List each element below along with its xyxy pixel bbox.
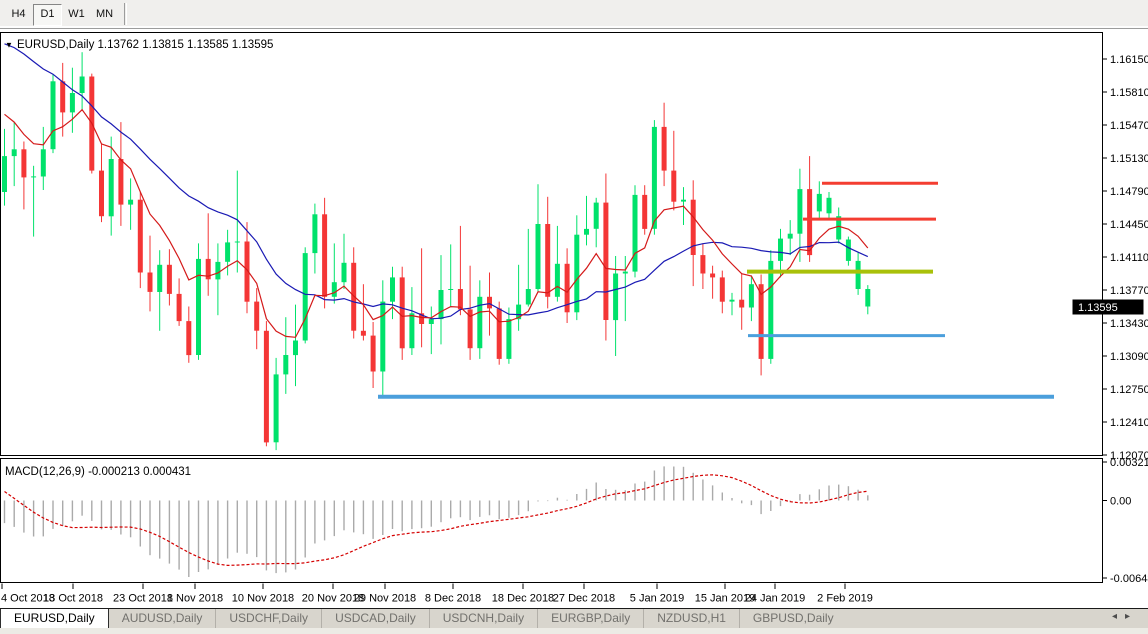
macd-tick-label: 0.003216	[1110, 457, 1148, 469]
chart-header-ohlc: EURUSD,Daily 1.13762 1.13815 1.13585 1.1…	[17, 39, 273, 51]
timeframe-button-h4[interactable]: H4	[5, 4, 32, 24]
candles-layer	[2, 44, 1054, 450]
timeframe-toolbar: H4D1W1MN	[0, 0, 1148, 29]
chart-tab-gbpusd-daily[interactable]: GBPUSD,Daily	[739, 609, 847, 628]
timeframe-button-mn[interactable]: MN	[91, 4, 118, 24]
date-tick-label: 24 Jan 2019	[745, 593, 806, 605]
timeframe-button-w1[interactable]: W1	[63, 4, 90, 24]
date-tick-label: 1 Nov 2018	[167, 593, 223, 605]
timeframe-button-d1[interactable]: D1	[33, 4, 62, 26]
price-tick-label: 1.13770	[1110, 285, 1148, 297]
price-tick-label: 1.12750	[1110, 384, 1148, 396]
macd-indicator-label: MACD(12,26,9) -0.000213 0.000431	[5, 466, 191, 478]
price-tick-label: 1.14790	[1110, 186, 1148, 198]
tab-scroll-right-icon[interactable]: ▸	[1125, 611, 1138, 622]
date-tick-label: 13 Oct 2018	[43, 593, 103, 605]
price-tick-label: 1.13090	[1110, 351, 1148, 363]
chart-tab-audusd-daily[interactable]: AUDUSD,Daily	[109, 609, 216, 628]
macd-signal-line	[5, 475, 868, 566]
chart-tab-eurgbp-daily[interactable]: EURGBP,Daily	[537, 609, 643, 628]
price-tick-label: 1.13430	[1110, 318, 1148, 330]
macd-tick-label: -0.006485	[1110, 573, 1148, 585]
mt4-window: H4D1W1MN 1.161501.158101.154701.151301.1…	[0, 0, 1148, 634]
price-axis[interactable]: 1.16150 1.15810 1.15470 1.15130 1.14790 1.144…	[1073, 54, 1148, 585]
current-price-tag-label: 1.13595	[1078, 302, 1118, 314]
chart-tabs-bar: EURUSD,DailyAUDUSD,DailyUSDCHF,DailyUSDC…	[0, 608, 1148, 629]
date-tick-label: 8 Dec 2018	[425, 593, 481, 605]
chart-tab-usdchf-daily[interactable]: USDCHF,Daily	[215, 609, 321, 628]
price-tick-label: 1.14110	[1110, 252, 1148, 264]
date-tick-label: 23 Oct 2018	[113, 593, 173, 605]
chart-tab-usdcad-daily[interactable]: USDCAD,Daily	[321, 609, 429, 628]
symbol-dropdown-icon[interactable]: ▼	[5, 41, 13, 50]
date-tick-label: 5 Jan 2019	[630, 593, 684, 605]
date-tick-label: 27 Dec 2018	[553, 593, 615, 605]
price-tick-label: 1.14450	[1110, 219, 1148, 231]
tab-scroll-left-icon[interactable]: ◂	[1112, 611, 1125, 622]
date-tick-label: 10 Nov 2018	[232, 593, 294, 605]
price-tick-label: 1.16150	[1110, 54, 1148, 66]
date-tick-label: 2 Feb 2019	[817, 593, 873, 605]
price-chart-canvas[interactable]: 1.16150 1.15810 1.15470 1.15130 1.14790 1.144…	[0, 29, 1148, 608]
date-tick-label: 29 Nov 2018	[354, 593, 416, 605]
ma-slow-line	[5, 44, 868, 319]
price-tick-label: 1.15130	[1110, 153, 1148, 165]
window-bottom-strip	[0, 628, 1148, 634]
tab-scroll-arrows[interactable]: ◂▸	[1112, 611, 1138, 622]
date-axis[interactable]: 4 Oct 201813 Oct 201823 Oct 20181 Nov 20…	[1, 584, 873, 605]
macd-tick-label: 0.00	[1110, 496, 1131, 508]
main-panel-frame	[1, 33, 1103, 456]
chart-tab-usdcnh-daily[interactable]: USDCNH,Daily	[429, 609, 537, 628]
toolbar-separator	[124, 3, 127, 25]
chart-tab-nzdusd-h1[interactable]: NZDUSD,H1	[643, 609, 739, 628]
date-tick-label: 18 Dec 2018	[492, 593, 554, 605]
price-tick-label: 1.15470	[1110, 120, 1148, 132]
macd-layer	[5, 466, 868, 577]
price-tick-label: 1.15810	[1110, 87, 1148, 99]
chart-tab-eurusd-daily[interactable]: EURUSD,Daily	[0, 609, 109, 629]
ma-fast-line	[5, 110, 868, 338]
price-tick-label: 1.12410	[1110, 417, 1148, 429]
